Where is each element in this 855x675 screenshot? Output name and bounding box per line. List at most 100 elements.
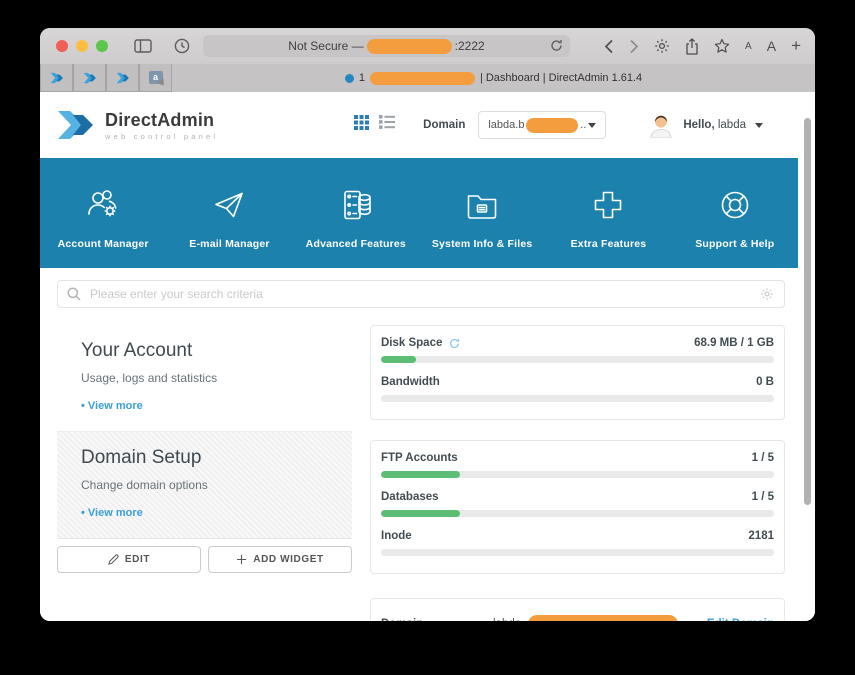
close-window-button[interactable] [56,40,68,52]
search-settings-gear-icon[interactable] [760,287,774,306]
stat-value: 1 / 5 [752,452,774,464]
widgets-column: Your Account Usage, logs and statistics … [57,325,352,573]
active-tab[interactable]: 1 | Dashboard | DirectAdmin 1.61.4 [172,64,815,92]
view-more-link[interactable]: • View more [81,400,143,412]
directadmin-logo-icon [58,109,96,141]
search-input[interactable] [57,280,785,308]
nav-extra-features[interactable]: Extra Features [545,185,671,268]
not-secure-label: Not Secure — [288,39,363,53]
stats-column: Disk Space 68.9 MB / 1 GB [370,325,785,621]
edit-domain-link[interactable]: • Edit Domain [700,618,774,621]
user-menu[interactable]: Hello, labda [648,112,763,138]
extra-features-icon [588,185,628,225]
tab-favicon [345,74,354,83]
sidebar-toggle-icon[interactable] [134,39,152,53]
stat-label: Inode [381,530,412,542]
advanced-features-icon [336,185,376,225]
directadmin-favicon [116,72,130,84]
pencil-icon [108,554,119,565]
pinned-tab-directadmin-1[interactable] [40,64,73,92]
list-view-icon[interactable] [379,115,395,135]
account-manager-icon [83,185,123,225]
bookmark-star-icon[interactable] [714,38,730,54]
stat-label: Bandwidth [381,376,440,388]
databases-row: Databases 1 / 5 [381,491,774,517]
disk-space-row: Disk Space 68.9 MB / 1 GB [381,337,774,363]
grid-view-icon[interactable] [354,115,369,135]
domain-select[interactable]: labda.b .. [478,111,606,139]
stat-label: Databases [381,491,439,503]
plus-icon [236,554,247,565]
nav-email-manager[interactable]: E-mail Manager [166,185,292,268]
stat-value: 2181 [748,530,774,542]
domain-label: Domain [423,119,465,131]
increase-font-button[interactable]: A [767,38,776,54]
history-clock-icon[interactable] [174,38,190,54]
tab-bar: a 1 | Dashboard | DirectAdmin 1.61.4 [40,64,815,92]
chevron-down-icon [588,123,596,128]
share-icon[interactable] [685,38,699,55]
widget-title: Your Account [81,340,328,362]
zoom-window-button[interactable] [96,40,108,52]
decrease-font-button[interactable]: A [745,41,752,52]
forward-icon[interactable] [629,39,639,54]
nav-advanced-features[interactable]: Advanced Features [293,185,419,268]
greeting-username: labda [718,119,746,131]
edit-button-label: EDIT [125,554,150,565]
nav-label: E-mail Manager [189,238,269,250]
chevron-down-icon [755,123,763,128]
redacted-tab-pill [370,72,475,85]
usage-card: Disk Space 68.9 MB / 1 GB [370,325,785,420]
directadmin-logo[interactable]: DirectAdmin web control panel [58,109,218,141]
progress-track [381,510,774,517]
nav-system-info-files[interactable]: System Info & Files [419,185,545,268]
page-scrollbar[interactable] [804,118,811,505]
widget-title: Domain Setup [81,447,328,469]
logo-title: DirectAdmin [105,110,218,131]
page-content: DirectAdmin web control panel [40,92,815,621]
progress-fill [381,471,460,478]
nav-label: Advanced Features [306,238,406,250]
port-label: :2222 [455,39,485,53]
add-widget-button[interactable]: ADD WIDGET [208,546,352,573]
domain-value-prefix: labda.b [488,119,524,131]
domain-row: Domain labda. • Edit Domain [381,615,774,621]
view-more-link[interactable]: • View more [81,507,143,519]
reload-icon[interactable] [550,39,563,52]
nav-label: System Info & Files [432,238,533,250]
redacted-domain-pill [526,118,578,133]
back-icon[interactable] [604,39,614,54]
window-controls [56,40,108,52]
nav-support-help[interactable]: Support & Help [672,185,798,268]
logo-subtitle: web control panel [105,132,218,141]
progress-fill [381,356,416,363]
minimize-window-button[interactable] [76,40,88,52]
info-value: labda. [493,615,700,621]
browser-window: Not Secure — :2222 [40,28,815,621]
domain-setup-widget[interactable]: Domain Setup Change domain options • Vie… [57,432,352,539]
pinned-tab-directadmin-3[interactable] [106,64,139,92]
directadmin-header: DirectAdmin web control panel [40,92,815,158]
refresh-icon[interactable] [449,338,460,349]
redacted-domain-pill [528,615,678,621]
stat-label: FTP Accounts [381,452,458,464]
email-manager-icon [209,185,249,225]
add-widget-button-label: ADD WIDGET [253,554,323,565]
nav-account-manager[interactable]: Account Manager [40,185,166,268]
address-bar[interactable]: Not Secure — :2222 [203,35,570,57]
search-bar [57,280,785,308]
settings-gear-icon[interactable] [654,38,670,54]
stat-value: 68.9 MB / 1 GB [694,337,774,349]
pinned-tab-translate[interactable]: a [139,64,172,92]
redacted-host-pill [367,39,452,54]
tab-title: | Dashboard | DirectAdmin 1.61.4 [480,72,642,84]
domain-value-text: labda. [493,618,524,621]
browser-titlebar: Not Secure — :2222 [40,28,815,64]
nav-label: Account Manager [58,238,149,250]
edit-button[interactable]: EDIT [57,546,201,573]
your-account-widget[interactable]: Your Account Usage, logs and statistics … [57,325,352,432]
new-tab-button[interactable]: + [791,36,801,56]
support-help-icon [715,185,755,225]
pinned-tab-directadmin-2[interactable] [73,64,106,92]
progress-track [381,395,774,402]
